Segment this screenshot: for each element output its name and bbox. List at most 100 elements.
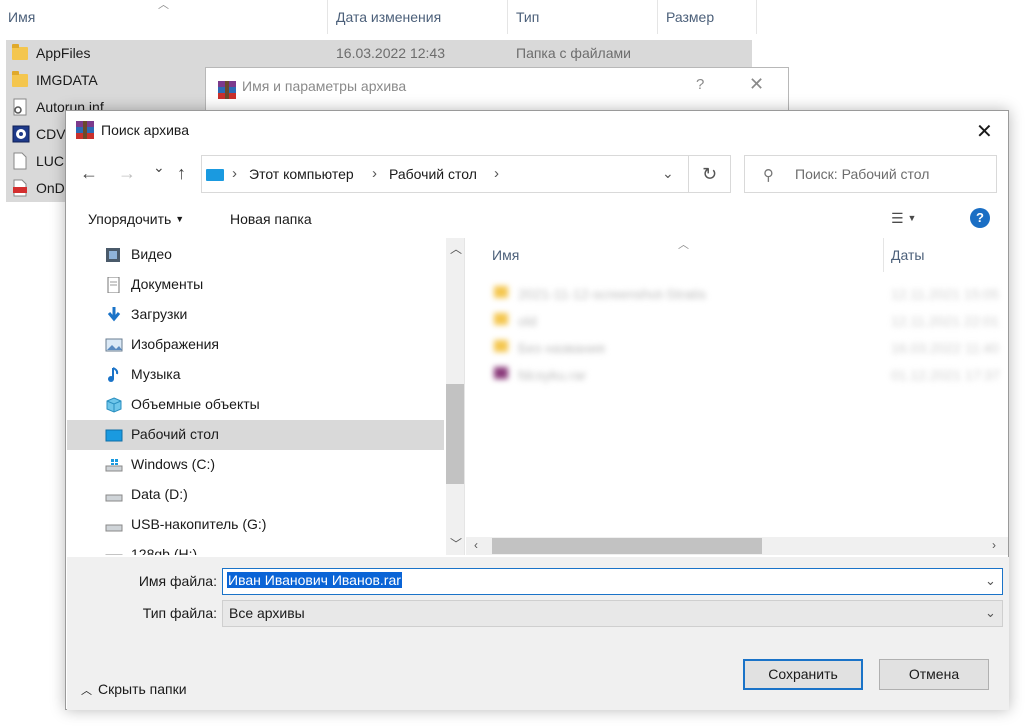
usb-drive-icon	[105, 517, 123, 533]
file-row[interactable]: Без названия 16.03.2022 11:40	[466, 334, 1008, 361]
dialog-title: Поиск архива	[101, 122, 189, 138]
search-icon: ⚲	[763, 167, 774, 184]
column-name[interactable]: Имя	[492, 247, 519, 263]
sort-asc-icon: ︿	[678, 239, 689, 251]
address-bar[interactable]: › Этот компьютер › Рабочий стол › ⌄	[201, 155, 689, 193]
file-name: old	[518, 313, 537, 329]
save-button[interactable]: Сохранить	[743, 659, 863, 690]
nav-item-label: Изображения	[131, 336, 219, 352]
search-input[interactable]: ⚲ Поиск: Рабочий стол	[744, 155, 997, 193]
drive-icon	[105, 547, 123, 555]
nav-item-3d-objects[interactable]: Объемные объекты	[67, 390, 444, 420]
nav-pane-scrollbar[interactable]: ︿ ﹀	[446, 238, 464, 555]
file-list-header: ︿ Имя Даты	[466, 238, 1008, 272]
explorer-row[interactable]: AppFiles 16.03.2022 12:43 Папка с файлам…	[6, 40, 752, 67]
nav-item-usb-g[interactable]: USB-накопитель (G:)	[67, 510, 444, 540]
help-icon[interactable]: ?	[970, 208, 990, 228]
filename-field[interactable]: Иван Иванович Иванов.rar ⌄	[222, 568, 1003, 595]
windows-drive-icon	[105, 457, 123, 473]
breadcrumb-desktop[interactable]: Рабочий стол	[389, 166, 477, 182]
column-size[interactable]: Размер	[658, 0, 757, 34]
chevron-up-icon: ︿	[81, 685, 92, 697]
refresh-button[interactable]: ↻	[689, 155, 731, 193]
row-type: Папка с файлами	[516, 45, 631, 61]
new-folder-button[interactable]: Новая папка	[230, 211, 312, 227]
nav-item-video[interactable]: Видео	[67, 240, 444, 270]
nav-item-label: Документы	[131, 276, 204, 292]
filename-value[interactable]: Иван Иванович Иванов.rar	[227, 572, 402, 588]
file-list: ︿ Имя Даты 2021-11-12-screenshot-Stratis…	[466, 238, 1008, 555]
close-icon[interactable]: ✕	[749, 74, 764, 95]
nav-item-desktop[interactable]: Рабочий стол	[67, 420, 444, 450]
view-options-icon[interactable]: ☰ ▼	[891, 210, 916, 227]
documents-icon	[105, 276, 123, 294]
row-name: LUC	[36, 153, 65, 169]
scroll-up-icon[interactable]: ︿	[450, 240, 462, 257]
nav-item-documents[interactable]: Документы	[67, 270, 444, 300]
file-date: 12.11.2021 15:05	[891, 286, 999, 302]
dropdown-caret-icon: ▼	[175, 214, 185, 224]
row-name: IMGDATA	[36, 72, 98, 88]
scroll-down-icon[interactable]: ﹀	[450, 535, 462, 552]
folder-icon	[12, 44, 28, 62]
nav-item-label: Видео	[131, 246, 172, 262]
nav-item-label: Загрузки	[131, 306, 188, 322]
hide-folders-button[interactable]: ︿ Скрыть папки	[81, 681, 187, 698]
scroll-right-icon[interactable]: ›	[992, 538, 996, 552]
forward-arrow-icon[interactable]: →	[118, 163, 136, 184]
file-row[interactable]: 2021-11-12-screenshot-Stratis 12.11.2021…	[466, 280, 1008, 307]
column-date[interactable]: Дата изменения	[328, 0, 508, 34]
desktop-icon	[105, 427, 123, 443]
up-arrow-icon[interactable]: ↑	[177, 163, 186, 184]
music-icon	[105, 367, 123, 383]
folder-icon	[494, 340, 508, 352]
nav-item-label: Data (D:)	[131, 486, 188, 502]
nav-item-downloads[interactable]: Загрузки	[67, 300, 444, 330]
file-date: 01.12.2021 17:37	[891, 367, 1000, 383]
nav-item-music[interactable]: Музыка	[67, 360, 444, 390]
scroll-left-icon[interactable]: ‹	[474, 538, 478, 552]
close-icon[interactable]: ✕	[976, 119, 993, 144]
organize-label: Упорядочить	[88, 211, 172, 227]
nav-item-128gb-h[interactable]: 128gb (H:)	[67, 540, 444, 555]
chevron-down-icon[interactable]: ⌄	[662, 165, 674, 182]
nav-item-windows-c[interactable]: Windows (C:)	[67, 450, 444, 480]
downloads-icon	[105, 307, 123, 323]
back-arrow-icon[interactable]: ←	[80, 163, 98, 184]
row-name: OnD	[36, 180, 65, 196]
archive-params-dialog: Имя и параметры архива ? ✕	[205, 67, 789, 113]
text-file-icon	[12, 152, 28, 170]
rar-icon	[494, 367, 508, 379]
filetype-select[interactable]: Все архивы ⌄	[222, 600, 1003, 627]
sort-asc-icon: ︿	[158, 0, 169, 11]
file-row[interactable]: old 12.11.2021 22:01	[466, 307, 1008, 334]
nav-item-data-d[interactable]: Data (D:)	[67, 480, 444, 510]
search-placeholder: Поиск: Рабочий стол	[795, 166, 930, 182]
column-type[interactable]: Тип	[508, 0, 658, 34]
scrollbar-thumb[interactable]	[446, 384, 464, 484]
explorer-column-header: Имя ︿ Дата изменения Тип Размер	[0, 0, 757, 34]
filetype-label: Тип файла:	[142, 605, 217, 621]
chevron-down-icon[interactable]: ⌄	[985, 605, 996, 621]
nav-item-pictures[interactable]: Изображения	[67, 330, 444, 360]
winrar-icon	[218, 81, 236, 99]
organize-button[interactable]: Упорядочить ▼	[88, 211, 184, 227]
scrollbar-thumb[interactable]	[492, 538, 762, 554]
folder-icon	[494, 313, 508, 325]
settings-file-icon	[12, 98, 28, 116]
cancel-button[interactable]: Отмена	[879, 659, 989, 690]
pictures-icon	[105, 337, 123, 353]
column-date[interactable]: Даты	[891, 247, 924, 263]
chevron-right-icon: ›	[232, 165, 237, 182]
file-row[interactable]: fdcsyku.rar 01.12.2021 17:37	[466, 361, 1008, 388]
recent-locations-chevron-icon[interactable]: ⌄	[153, 159, 165, 176]
chevron-down-icon[interactable]: ⌄	[985, 573, 996, 589]
file-name: fdcsyku.rar	[518, 367, 587, 383]
file-name: 2021-11-12-screenshot-Stratis	[518, 286, 707, 302]
video-icon	[105, 247, 123, 263]
3d-objects-icon	[105, 397, 123, 413]
help-button[interactable]: ?	[696, 76, 704, 93]
file-list-hscrollbar[interactable]: ‹ ›	[466, 537, 1008, 555]
app-icon	[12, 125, 30, 143]
breadcrumb-this-pc[interactable]: Этот компьютер	[249, 166, 354, 182]
